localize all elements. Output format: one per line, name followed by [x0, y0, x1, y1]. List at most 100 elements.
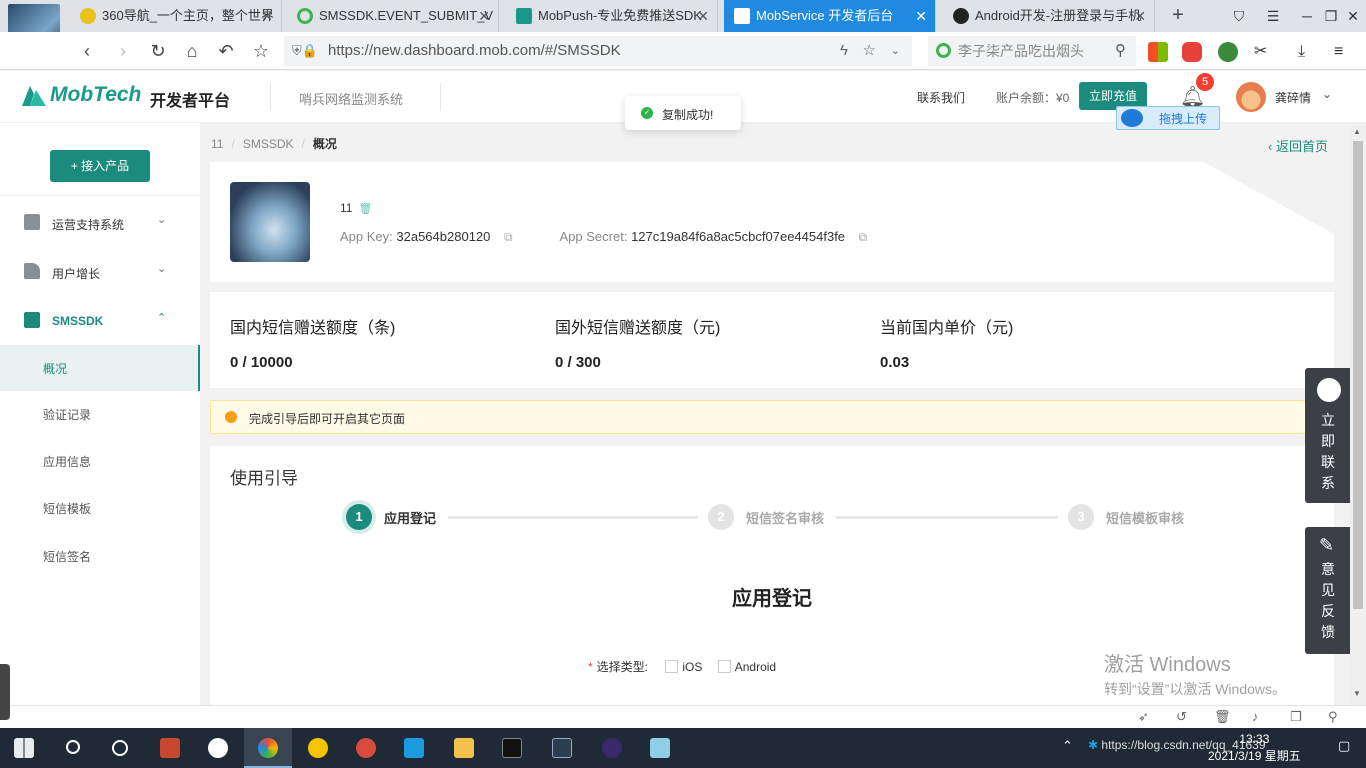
sidebar-subitem-app-info[interactable]: 应用信息: [0, 438, 200, 484]
window-icon[interactable]: ❐: [1290, 709, 1302, 725]
close-tab-icon[interactable]: ✕: [478, 0, 490, 32]
close-tab-icon[interactable]: ✕: [1134, 0, 1146, 32]
breadcrumb-item[interactable]: SMSSDK: [243, 137, 294, 151]
scroll-down-icon[interactable]: ▼: [1353, 689, 1361, 698]
page-scrollbar[interactable]: ▲ ▼: [1350, 123, 1366, 705]
sidebar-subitem-sms-templates[interactable]: 短信模板: [0, 485, 200, 531]
volume-icon[interactable]: ♪: [1252, 709, 1259, 724]
star-icon[interactable]: ☆: [248, 38, 274, 64]
quota-value: 0 / 10000: [230, 354, 293, 371]
avatar[interactable]: [1236, 82, 1266, 112]
reload-icon[interactable]: ↻: [145, 38, 171, 64]
notification-center-icon[interactable]: ▢: [1338, 738, 1350, 754]
breadcrumb: 11/SMSSDK / 概况: [211, 137, 337, 151]
notes-app-icon[interactable]: [636, 728, 684, 768]
folder-icon[interactable]: [440, 728, 488, 768]
search-engine-icon: [297, 8, 313, 24]
trash-icon[interactable]: 🗑︎: [1214, 709, 1231, 725]
star-app-icon[interactable]: [390, 728, 438, 768]
android-checkbox[interactable]: [717, 660, 731, 673]
contact-link[interactable]: 联系我们: [917, 89, 965, 106]
clock-date: 2021/3/19 星期五: [1208, 749, 1301, 763]
rocket-icon[interactable]: ➶: [1138, 709, 1149, 725]
browser-tab-active[interactable]: MobService 开发者后台 ✕: [724, 0, 936, 32]
browser-tab[interactable]: MobPush-专业免费推送SDK ✕: [506, 0, 718, 32]
menu-icon[interactable]: ☰: [1256, 0, 1290, 32]
search-icon[interactable]: ⚲: [1115, 36, 1126, 66]
chevron-down-icon[interactable]: ⌄: [1322, 87, 1332, 101]
back-icon[interactable]: ‹: [74, 38, 100, 64]
pdf-app-icon[interactable]: [146, 728, 194, 768]
game-icon[interactable]: [1182, 42, 1202, 62]
more-icon[interactable]: ≡: [1334, 42, 1354, 62]
apps-icon[interactable]: [1148, 42, 1168, 62]
ios-option-label[interactable]: iOS: [682, 660, 702, 674]
eclipse-app-icon[interactable]: [588, 728, 636, 768]
username[interactable]: 龚碎情: [1275, 89, 1311, 106]
breadcrumb-item[interactable]: 11: [211, 137, 223, 151]
close-tab-icon[interactable]: ✕: [261, 0, 273, 32]
sidebar-subitem-verify-records[interactable]: 验证记录: [0, 391, 200, 437]
browser-tab[interactable]: 360导航_一个主页，整个世界 ✕: [70, 0, 282, 32]
nox-app-icon[interactable]: [538, 728, 586, 768]
back-home-link[interactable]: ‹ 返回首页: [1268, 136, 1328, 155]
zoom-icon[interactable]: ⚲: [1328, 709, 1338, 725]
search-bar[interactable]: 李子柒产品吃出烟头 ⚲: [928, 36, 1136, 66]
logo-text[interactable]: MobTech: [50, 83, 141, 107]
cortana-icon[interactable]: [96, 728, 144, 768]
android-option-label[interactable]: Android: [735, 660, 776, 674]
contact-now-button[interactable]: 立即联系: [1305, 368, 1351, 503]
required-mark: *: [588, 660, 593, 674]
close-tab-icon[interactable]: ✕: [915, 0, 927, 32]
watermark-line2: 转到“设置”以激活 Windows。: [1104, 681, 1287, 697]
scissors-icon[interactable]: ✂: [1254, 42, 1274, 62]
browser-tab[interactable]: Android开发-注册登录与手机 ✕: [943, 0, 1155, 32]
word-app-icon[interactable]: [194, 728, 242, 768]
drag-upload-widget[interactable]: 拖拽上传: [1116, 106, 1220, 130]
undo-icon[interactable]: ↶: [213, 38, 239, 64]
favorite-star-icon[interactable]: ☆: [863, 36, 876, 66]
search-icon[interactable]: [48, 728, 96, 768]
shirt-icon[interactable]: ⛉: [1222, 0, 1256, 32]
close-tab-icon[interactable]: ✕: [697, 0, 709, 32]
sidebar-subitem-overview[interactable]: 概况: [0, 345, 200, 391]
sidebar-item-ops-support[interactable]: 运营支持系统 ⌄: [0, 200, 200, 246]
terminal-icon[interactable]: [488, 728, 536, 768]
browser-app-icon[interactable]: [244, 728, 292, 768]
url-bar[interactable]: ⛨🔒 https://new.dashboard.mob.com/#/SMSSD…: [284, 36, 912, 66]
home-icon[interactable]: ⌂: [179, 38, 205, 64]
add-product-button[interactable]: + 接入产品: [50, 150, 150, 182]
ios-checkbox[interactable]: [665, 660, 679, 673]
bird-app-icon[interactable]: [342, 728, 390, 768]
scroll-up-icon[interactable]: ▲: [1353, 127, 1361, 136]
copy-icon[interactable]: ⧉: [859, 230, 868, 244]
system-clock[interactable]: 13:33 2021/3/19 星期五: [1208, 731, 1301, 765]
forward-icon[interactable]: ›: [110, 38, 136, 64]
breadcrumb-current: 概况: [312, 137, 337, 151]
sidebar-item-user-growth[interactable]: 用户增长 ⌄: [0, 249, 200, 295]
side-handle[interactable]: [0, 664, 10, 720]
card-corner-decoration: [1204, 162, 1334, 234]
refresh-icon[interactable]: ↺: [1176, 709, 1187, 725]
globe-icon[interactable]: [1218, 42, 1238, 62]
search-input[interactable]: 李子柒产品吃出烟头: [958, 36, 1084, 66]
windows-start-icon[interactable]: [0, 728, 48, 768]
address-toolbar: ‹ › ↻ ⌂ ↶ ☆ ⛨🔒 https://new.dashboard.mob…: [0, 32, 1366, 70]
trash-icon[interactable]: 🗑︎: [358, 203, 372, 215]
close-window-button[interactable]: ✕: [1336, 0, 1366, 32]
new-tab-button[interactable]: +: [1168, 0, 1188, 32]
feedback-button[interactable]: ✎ 意见反馈: [1305, 527, 1351, 654]
monitor-system-link[interactable]: 哨兵网络监测系统: [299, 89, 403, 108]
tab-title: MobPush-专业免费推送SDK: [538, 8, 702, 23]
360-app-icon[interactable]: [294, 728, 342, 768]
sidebar-subitem-sms-signatures[interactable]: 短信签名: [0, 533, 200, 579]
copy-icon[interactable]: ⧉: [504, 230, 513, 244]
chevron-up-icon[interactable]: ⌃: [1062, 738, 1073, 754]
browser-tab[interactable]: SMSSDK.EVENT_SUBMIT_V ✕: [287, 0, 499, 32]
lightning-icon[interactable]: ϟ: [840, 36, 848, 66]
sidebar-item-smssdk[interactable]: SMSSDK ⌃: [0, 298, 200, 344]
chevron-down-icon[interactable]: ⌄: [891, 36, 900, 66]
url-text[interactable]: https://new.dashboard.mob.com/#/SMSSDK: [328, 36, 621, 66]
scroll-thumb[interactable]: [1353, 141, 1363, 609]
download-icon[interactable]: ⤓: [1298, 42, 1318, 62]
